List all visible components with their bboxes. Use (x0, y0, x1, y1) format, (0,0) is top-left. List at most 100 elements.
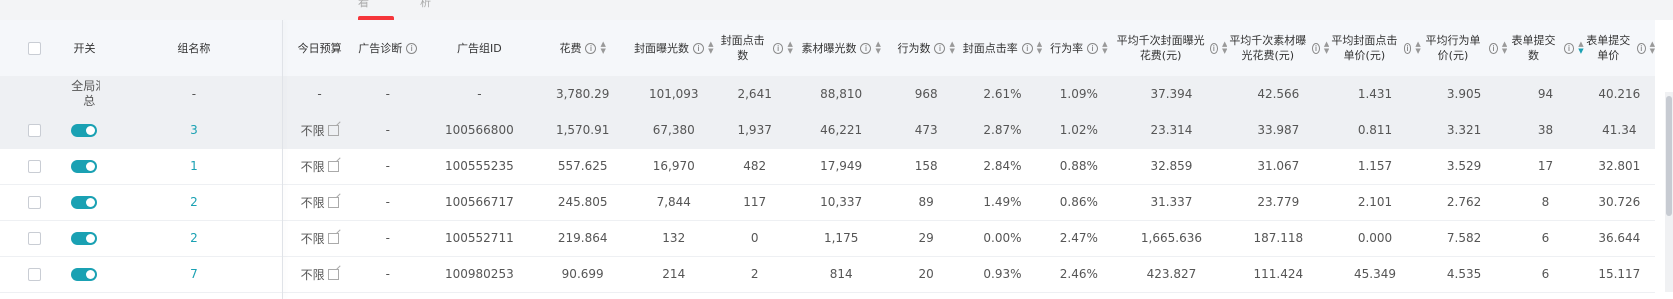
row-cell-diag: - (385, 267, 390, 281)
row-cell-diag: - (385, 231, 390, 245)
row-checkbox[interactable] (28, 124, 42, 137)
info-icon[interactable]: i (693, 42, 705, 54)
table-row[interactable]: 2 不限 - 100552711 219.864 132 0 1,175 29 0.00% 2.47… (0, 220, 1655, 256)
header-label: 封面点击数 (720, 34, 765, 62)
row-name-cell: 3 (100, 112, 288, 148)
header-label: 行为数 (897, 41, 931, 55)
info-icon[interactable]: i (1209, 42, 1219, 54)
row-checkbox[interactable] (28, 232, 42, 245)
info-icon[interactable]: i (1021, 42, 1033, 54)
table-row[interactable]: 7 不限 - 100980253 90.699 214 2 814 20 0.93% 2.46% 42… (0, 256, 1655, 292)
sort-desc-icon[interactable]: ▼ (949, 48, 954, 55)
row-cell-forms: 6 (1541, 231, 1550, 245)
group-name-link[interactable]: 2 (190, 231, 198, 245)
info-icon[interactable]: i (1636, 42, 1646, 54)
sort-desc-icon[interactable]: ▼ (600, 48, 605, 55)
info-icon[interactable]: i (860, 42, 872, 54)
row-cell-mat_imp: 10,337 (820, 195, 863, 209)
sort-icon[interactable]: ▲ ▼ (1037, 41, 1042, 55)
column-header-forms[interactable]: 表单提交数 i ▲ ▼ (1507, 20, 1584, 76)
sort-desc-icon[interactable]: ▼ (875, 48, 880, 55)
status-toggle[interactable] (71, 124, 98, 137)
info-icon[interactable]: i (1312, 42, 1320, 54)
column-header-form_price[interactable]: 表单提交单价 i ▲ ▼ (1584, 20, 1655, 76)
sort-desc-icon[interactable]: ▼ (1650, 48, 1655, 55)
table-row[interactable]: 1 不限 - 100555235 557.625 16,970 482 17,949 158 2.… (0, 148, 1655, 184)
row-checkbox[interactable] (28, 160, 42, 173)
column-header-cover_ctr[interactable]: 封面点击率 i ▲ ▼ (963, 20, 1042, 76)
edit-icon[interactable] (327, 232, 339, 244)
column-header-cover_click[interactable]: 封面点击数 i ▲ ▼ (717, 20, 793, 76)
status-toggle[interactable] (71, 196, 98, 209)
info-icon[interactable]: i (772, 42, 784, 54)
row-cell-cost: 1,570.91 (555, 123, 610, 137)
row-cell-cpc_cover: 45.349 (1354, 267, 1396, 281)
sort-icon[interactable]: ▲ ▼ (787, 41, 792, 55)
sort-icon[interactable]: ▲ ▼ (875, 41, 880, 55)
header-label: 平均封面点击单价(元) (1331, 34, 1398, 62)
row-cell-cpa: 7.582 (1446, 231, 1482, 245)
info-icon[interactable]: i (406, 42, 418, 54)
group-name-link[interactable]: 2 (190, 195, 198, 209)
sort-desc-icon[interactable]: ▼ (787, 48, 792, 55)
row-switch-cell (69, 148, 100, 184)
header-content: 封面点击率 i ▲ ▼ (963, 41, 1042, 56)
info-icon[interactable]: i (1087, 42, 1099, 54)
group-name-link[interactable]: 3 (190, 123, 198, 137)
summary-cell-cover_imp: 101,093 (648, 86, 699, 101)
tab-fragment[interactable]: 析 (420, 0, 431, 10)
sort-desc-icon[interactable]: ▼ (708, 48, 713, 55)
column-header-cpa[interactable]: 平均行为单价(元) i ▲ ▼ (1421, 20, 1507, 76)
info-icon[interactable]: i (585, 42, 597, 54)
sort-desc-icon[interactable]: ▼ (1037, 48, 1042, 55)
sort-icon[interactable]: ▲ ▼ (1102, 41, 1107, 55)
column-header-actions[interactable]: 行为数 i ▲ ▼ (890, 20, 963, 76)
summary-cell-name: - (191, 86, 197, 101)
edit-icon[interactable] (327, 124, 339, 136)
summary-cell-diag: - (385, 86, 390, 101)
sort-icon[interactable]: ▲ ▼ (600, 41, 605, 55)
status-toggle[interactable] (71, 160, 98, 173)
table-row[interactable]: 2 不限 - 100566717 245.805 7,844 117 10,337 89 1.49… (0, 184, 1655, 220)
row-name-cell: 2 (100, 184, 288, 220)
row-cell-action_rate: 2.46% (1059, 267, 1098, 281)
column-header-mat_imp[interactable]: 素材曝光数 i ▲ ▼ (793, 20, 890, 76)
group-name-link[interactable]: 7 (190, 267, 198, 281)
column-header-cpm_cover[interactable]: 平均千次封面曝光花费(元) i ▲ ▼ (1115, 20, 1228, 76)
info-icon[interactable]: i (934, 42, 946, 54)
column-header-cost[interactable]: 花费 i ▲ ▼ (534, 20, 631, 76)
status-toggle[interactable] (71, 232, 98, 245)
scrollbar-thumb[interactable] (1666, 96, 1672, 216)
vertical-scrollbar[interactable] (1665, 92, 1673, 292)
tab-fragment[interactable]: 看 (358, 0, 369, 10)
summary-cell-cpc_cover: 1.431 (1357, 86, 1393, 101)
header-content: 行为数 i ▲ ▼ (897, 41, 954, 56)
column-header-cover_imp[interactable]: 封面曝光数 i ▲ ▼ (631, 20, 716, 76)
info-icon[interactable]: i (1563, 42, 1575, 54)
row-checkbox[interactable] (28, 268, 42, 281)
row-cell-mat_imp: 1,175 (823, 231, 859, 245)
sort-icon[interactable]: ▲ ▼ (1650, 41, 1655, 55)
column-header-diag: 广告诊断 i (351, 20, 424, 76)
header-content: 平均千次封面曝光花费(元) i ▲ ▼ (1115, 33, 1228, 63)
column-header-cpc_cover[interactable]: 平均封面点击单价(元) i ▲ ▼ (1329, 20, 1420, 76)
sort-desc-icon[interactable]: ▼ (1102, 48, 1107, 55)
row-check-cell (0, 184, 69, 220)
edit-icon[interactable] (327, 160, 339, 172)
row-checkbox[interactable] (28, 196, 42, 209)
edit-icon[interactable] (327, 268, 339, 280)
sort-icon[interactable]: ▲ ▼ (949, 41, 954, 55)
row-cell-cpm_mat: 33.987 (1257, 123, 1300, 137)
edit-icon[interactable] (327, 196, 339, 208)
header-content: 广告诊断 i (358, 41, 418, 56)
status-toggle[interactable] (71, 268, 98, 281)
info-icon[interactable]: i (1403, 42, 1412, 54)
column-header-action_rate[interactable]: 行为率 i ▲ ▼ (1042, 20, 1115, 76)
select-all-checkbox[interactable] (28, 42, 42, 55)
sort-icon[interactable]: ▲ ▼ (708, 41, 713, 55)
group-name-link[interactable]: 1 (190, 159, 198, 173)
column-header-cpm_mat[interactable]: 平均千次素材曝光花费(元) i ▲ ▼ (1227, 20, 1329, 76)
info-icon[interactable]: i (1489, 42, 1498, 54)
table-row[interactable]: 3 不限 - 100566800 1,570.91 67,380 1,937 46,221 47… (0, 112, 1655, 148)
budget-value: 不限 (300, 195, 325, 210)
